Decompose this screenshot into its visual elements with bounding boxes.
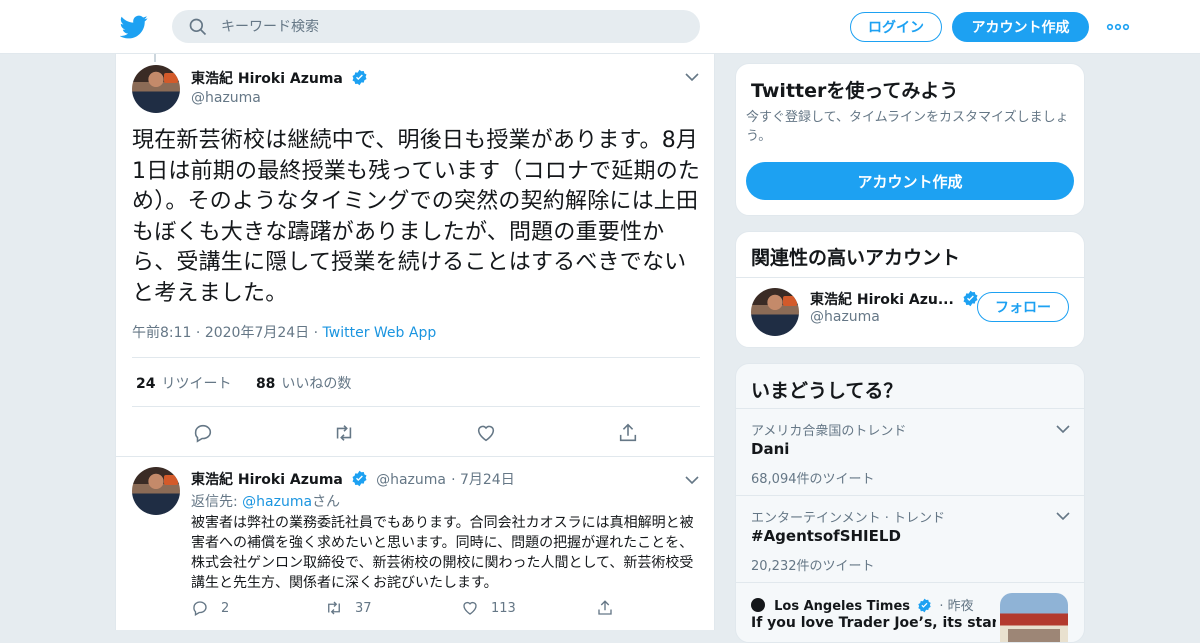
tweet-text: 現在新芸術校は継続中で、明後日も授業があります。8月1日は前期の最終授業も残って…	[132, 128, 701, 306]
like-heart-icon[interactable]	[475, 422, 497, 444]
tweet-stats: 24 リツイート 88 いいねの数	[136, 373, 351, 393]
tweet-author[interactable]: 東浩紀 Hiroki Azuma	[191, 68, 368, 88]
signup-card-title: Twitterを使ってみよう	[751, 80, 959, 102]
separator-dot: ·	[313, 325, 323, 341]
tweet-stream: 東浩紀 Hiroki Azuma @hazuma 現在新芸術校は継続中で、明後日…	[115, 54, 715, 630]
signup-card-subtitle: 今すぐ登録して、タイムラインをカスタマイズしましょう。	[746, 110, 1069, 144]
login-button[interactable]: ログイン	[850, 12, 942, 42]
trend-context: アメリカ合衆国のトレンド	[751, 424, 907, 439]
retweet-icon	[328, 601, 340, 615]
verified-badge-icon	[352, 69, 367, 86]
reply-icon[interactable]	[192, 422, 214, 444]
thread-connector-line	[154, 54, 156, 62]
tweet-handle[interactable]: @hazuma	[191, 90, 261, 106]
reply-handle[interactable]: @hazuma	[376, 472, 446, 488]
reply-to-prefix: 返信先:	[191, 494, 243, 510]
like-label: いいねの数	[281, 376, 352, 392]
trend-tweet-count: 68,094件のツイート	[751, 472, 875, 487]
reply-icon	[193, 601, 207, 616]
top-navigation-bar: ログイン アカウント作成	[0, 0, 1200, 54]
chevron-down-icon[interactable]	[1056, 424, 1070, 434]
trend-tweet-count: 20,232件のツイート	[751, 559, 875, 574]
like-count: 88	[255, 376, 276, 392]
trend-context: エンターテインメント · トレンド	[751, 511, 946, 526]
search-box[interactable]	[172, 10, 700, 43]
tweet-date[interactable]: 2020年7月24日	[205, 325, 309, 341]
trend-item[interactable]: エンターテインメント · トレンド #AgentsofSHIELD 20,232…	[736, 495, 1084, 582]
like-action[interactable]: 113	[461, 599, 516, 617]
share-action[interactable]	[596, 599, 626, 617]
more-options-icon[interactable]	[1106, 18, 1130, 36]
news-source-row: Los Angeles Times · 昨夜	[751, 595, 974, 614]
trend-name: Dani	[751, 440, 790, 458]
chevron-down-icon[interactable]	[685, 72, 699, 82]
like-stat[interactable]: 88 いいねの数	[256, 376, 351, 392]
signup-button[interactable]: アカウント作成	[952, 12, 1089, 42]
news-time: · 昨夜	[939, 599, 974, 614]
divider	[736, 277, 1084, 278]
news-item[interactable]: Los Angeles Times · 昨夜 If you love Trade…	[736, 582, 1084, 642]
news-headline: If you love Trader Joe’s, its stances	[751, 615, 996, 631]
retweet-count: 37	[355, 600, 372, 616]
chevron-down-icon[interactable]	[685, 475, 699, 485]
share-icon[interactable]	[617, 422, 639, 444]
tweet-timestamp: 午前8:11 · 2020年7月24日 · Twitter Web App	[132, 322, 436, 342]
news-source-name: Los Angeles Times	[774, 599, 911, 614]
signup-card-button[interactable]: アカウント作成	[746, 162, 1074, 200]
retweet-count: 24	[136, 376, 156, 392]
retweet-icon[interactable]	[333, 422, 355, 444]
news-thumbnail-image[interactable]	[1000, 593, 1068, 642]
avatar[interactable]	[132, 467, 180, 515]
retweet-action[interactable]: 37	[325, 599, 372, 617]
search-icon	[189, 18, 207, 35]
divider	[132, 406, 700, 407]
reply-to-line: 返信先: @hazumaさん	[191, 491, 340, 511]
share-icon	[598, 600, 612, 615]
related-accounts-card: 関連性の高いアカウント 東浩紀 Hiroki Azu... @hazuma フォ…	[735, 231, 1085, 348]
display-name[interactable]: 東浩紀 Hiroki Azuma	[191, 472, 343, 488]
tweet-time[interactable]: 午前8:11	[132, 325, 191, 341]
search-input[interactable]	[221, 18, 641, 35]
related-account-name-row[interactable]: 東浩紀 Hiroki Azu...	[810, 289, 979, 309]
reply-date[interactable]: 7月24日	[460, 472, 515, 488]
related-account-name: 東浩紀 Hiroki Azu...	[810, 292, 954, 308]
related-account-handle[interactable]: @hazuma	[810, 309, 880, 325]
twitter-bird-logo-icon[interactable]	[120, 13, 148, 41]
reply-header: 東浩紀 Hiroki Azuma @hazuma · 7月24日	[191, 469, 515, 489]
divider	[132, 357, 700, 358]
signup-card: Twitterを使ってみよう 今すぐ登録して、タイムラインをカスタマイズしましょ…	[735, 63, 1085, 216]
like-count: 113	[491, 600, 516, 616]
related-card-title: 関連性の高いアカウント	[751, 247, 961, 269]
trend-name: #AgentsofSHIELD	[751, 527, 901, 545]
news-source-logo-icon	[751, 598, 765, 612]
separator-dot: ·	[195, 325, 205, 341]
tweet-source-app[interactable]: Twitter Web App	[323, 325, 437, 341]
chevron-down-icon[interactable]	[1056, 511, 1070, 521]
separator-dot: ·	[451, 472, 460, 488]
reply-count: 2	[221, 600, 230, 616]
retweet-label: リツイート	[161, 376, 232, 392]
follow-button[interactable]: フォロー	[977, 292, 1069, 322]
reply-action[interactable]: 2	[191, 599, 229, 617]
trends-card-title: いまどうしてる？	[751, 380, 903, 402]
reply-to-handle-link[interactable]: @hazuma	[242, 494, 312, 510]
reply-text: 被害者は弊社の業務委託社員でもあります。合同会社カオスラには真相解明と被害者への…	[191, 515, 694, 591]
reply-tweet[interactable]: 東浩紀 Hiroki Azuma @hazuma · 7月24日 返信先: @h…	[116, 456, 714, 630]
verified-badge-icon	[352, 470, 367, 487]
verified-badge-icon	[918, 598, 931, 613]
trend-item[interactable]: アメリカ合衆国のトレンド Dani 68,094件のツイート	[736, 408, 1084, 495]
display-name[interactable]: 東浩紀 Hiroki Azuma	[191, 71, 343, 87]
avatar[interactable]	[132, 65, 180, 113]
like-heart-icon	[463, 601, 477, 615]
trends-card: いまどうしてる？ アメリカ合衆国のトレンド Dani 68,094件のツイート …	[735, 363, 1085, 643]
reply-to-suffix: さん	[312, 494, 341, 510]
retweet-stat[interactable]: 24 リツイート	[136, 376, 231, 392]
avatar[interactable]	[751, 288, 799, 336]
